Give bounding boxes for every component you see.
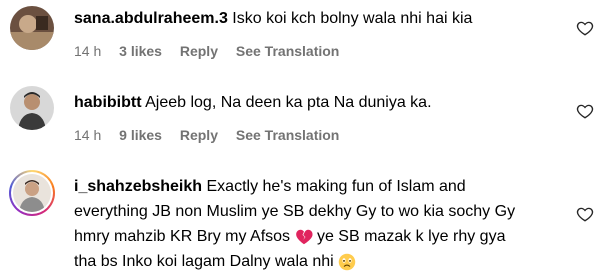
username-link[interactable]: habibibtt — [74, 94, 142, 111]
comment-text: Exactly he's making fun of Islam and — [206, 178, 466, 195]
comment-line: tha bs Inko koi lagam Dalny wala nhi — [74, 249, 574, 274]
comment-item: i_shahzebsheikh Exactly he's making fun … — [0, 160, 605, 271]
broken-heart-icon — [295, 229, 313, 245]
comment-body: sana.abdulraheem.3 Isko koi kch bolny wa… — [74, 6, 574, 31]
avatar — [13, 174, 51, 212]
avatar-image — [10, 86, 54, 130]
heart-outline-icon[interactable] — [576, 205, 594, 223]
comment-meta: 14 h 3 likes Reply See Translation — [74, 43, 353, 59]
comment-line: everything JB non Muslim ye SB dekhy Gy … — [74, 203, 516, 220]
timestamp[interactable]: 14 h — [74, 43, 101, 59]
comment-item: sana.abdulraheem.3 Isko koi kch bolny wa… — [0, 0, 605, 80]
likes-count[interactable]: 9 likes — [119, 127, 162, 143]
heart-outline-icon[interactable] — [576, 102, 594, 120]
comment-line: hmry mahzib KR Bry my Afsos ye SB mazak … — [74, 224, 574, 249]
username-link[interactable]: i_shahzebsheikh — [74, 178, 202, 195]
avatar[interactable] — [10, 86, 54, 130]
reply-button[interactable]: Reply — [180, 127, 218, 143]
comment-text: hmry mahzib KR Bry my Afsos — [74, 228, 291, 245]
comment-meta: 14 h 9 likes Reply See Translation — [74, 127, 353, 143]
likes-count[interactable]: 3 likes — [119, 43, 162, 59]
comment-text: ye SB mazak k lye rhy gya — [316, 228, 506, 245]
comment-text: Ajeeb log, Na deen ka pta Na duniya ka. — [145, 94, 432, 111]
avatar-image — [10, 6, 54, 50]
username-link[interactable]: sana.abdulraheem.3 — [74, 10, 228, 27]
comment-body: i_shahzebsheikh Exactly he's making fun … — [74, 174, 574, 274]
avatar-image — [13, 174, 51, 212]
story-ring[interactable] — [9, 170, 55, 216]
sad-face-icon — [338, 253, 356, 271]
comment-line: i_shahzebsheikh Exactly he's making fun … — [74, 174, 574, 199]
see-translation-button[interactable]: See Translation — [236, 43, 339, 59]
timestamp[interactable]: 14 h — [74, 127, 101, 143]
heart-outline-icon[interactable] — [576, 19, 594, 37]
comment-text: Isko koi kch bolny wala nhi hai kia — [232, 10, 473, 27]
comment-item: habibibtt Ajeeb log, Na deen ka pta Na d… — [0, 80, 605, 160]
see-translation-button[interactable]: See Translation — [236, 127, 339, 143]
comment-text: tha bs Inko koi lagam Dalny wala nhi — [74, 253, 334, 270]
avatar[interactable] — [10, 6, 54, 50]
comment-body: habibibtt Ajeeb log, Na deen ka pta Na d… — [74, 90, 574, 115]
reply-button[interactable]: Reply — [180, 43, 218, 59]
